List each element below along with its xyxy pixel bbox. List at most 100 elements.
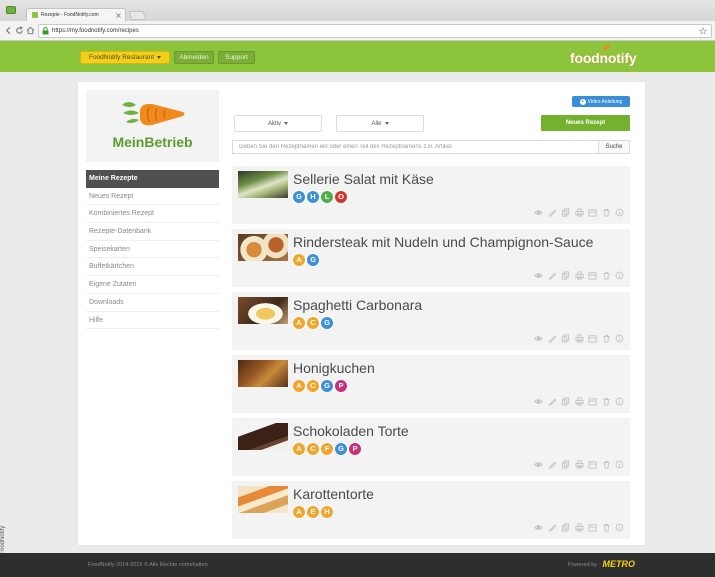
pencil-icon[interactable] (548, 460, 557, 469)
sidebar-item-neues-rezept[interactable]: Neues Rezept (86, 188, 219, 206)
search-input[interactable] (232, 140, 598, 154)
allergen-badge-g: G (321, 317, 333, 329)
trash-icon[interactable] (602, 208, 611, 217)
recipe-thumbnail[interactable] (238, 360, 288, 387)
archive-icon[interactable] (588, 397, 597, 406)
video-tutorial-button[interactable]: Video Anleitung (572, 96, 630, 107)
trash-icon[interactable] (602, 523, 611, 532)
copy-icon[interactable] (561, 460, 570, 469)
allergen-badge-g: G (321, 380, 333, 392)
pencil-icon[interactable] (548, 397, 557, 406)
account-menu-button[interactable]: FoodNotify Restaurant (80, 51, 170, 64)
sidebar-item-downloads[interactable]: Downloads (86, 294, 219, 312)
caret-down-icon (284, 122, 288, 125)
pencil-icon[interactable] (548, 334, 557, 343)
recipe-title[interactable]: Honigkuchen (293, 360, 375, 376)
info-icon[interactable] (615, 460, 624, 469)
eye-icon[interactable] (534, 397, 543, 406)
trash-icon[interactable] (602, 271, 611, 280)
copy-icon[interactable] (561, 523, 570, 532)
allergen-badge-a: A (293, 443, 305, 455)
sidebar-item-meine-rezepte[interactable]: Meine Rezepte (86, 170, 219, 188)
recipe-thumbnail[interactable] (238, 297, 288, 324)
trash-icon[interactable] (602, 460, 611, 469)
recipe-thumbnail[interactable] (238, 171, 288, 198)
recipe-row[interactable]: Sellerie Salat mit Käse G H L O (232, 166, 630, 224)
browser-app-icon[interactable] (6, 6, 16, 14)
archive-icon[interactable] (588, 334, 597, 343)
bookmark-star-icon[interactable] (699, 27, 707, 35)
reload-icon[interactable] (15, 26, 24, 35)
recipe-title[interactable]: Rindersteak mit Nudeln und Champignon-Sa… (293, 234, 593, 250)
sidebar-item-speisekarten[interactable]: Speisekarten (86, 241, 219, 259)
archive-icon[interactable] (588, 271, 597, 280)
print-icon[interactable] (574, 397, 584, 406)
allergen-badge-g: G (307, 254, 319, 266)
copy-icon[interactable] (561, 208, 570, 217)
browser-tab[interactable]: Rezepte - FoodNotify.com (26, 8, 126, 21)
info-icon[interactable] (615, 208, 624, 217)
recipe-thumbnail[interactable] (238, 423, 288, 450)
print-icon[interactable] (574, 271, 584, 280)
allergen-badges: ACFGP (293, 443, 361, 455)
trash-icon[interactable] (602, 334, 611, 343)
main-card: MeinBetrieb Meine Rezepte Neues Rezept Kom… (78, 82, 645, 545)
pencil-icon[interactable] (548, 208, 557, 217)
info-icon[interactable] (615, 397, 624, 406)
archive-icon[interactable] (588, 523, 597, 532)
print-icon[interactable] (574, 208, 584, 217)
allergen-badge-c: C (307, 443, 319, 455)
recipe-thumbnail[interactable] (238, 486, 288, 513)
category-filter-dropdown[interactable]: Alle (336, 115, 424, 132)
recipe-title[interactable]: Sellerie Salat mit Käse (293, 171, 434, 187)
status-filter-dropdown[interactable]: Aktiv (234, 115, 322, 132)
home-icon[interactable] (26, 26, 35, 35)
url-field[interactable]: https://my.foodnotify.com/recipes (38, 24, 712, 38)
sidebar-item-hilfe[interactable]: Hilfe (86, 312, 219, 330)
recipe-title[interactable]: Schokoladen Torte (293, 423, 409, 439)
sidebar-item-rezepte-datenbank[interactable]: Rezepte-Datenbank (86, 223, 219, 241)
pencil-icon[interactable] (548, 271, 557, 280)
browser-tab-title: Rezepte - FoodNotify.com (41, 12, 99, 18)
recipe-row[interactable]: Rindersteak mit Nudeln und Champignon-Sa… (232, 229, 630, 287)
archive-icon[interactable] (588, 460, 597, 469)
back-icon[interactable] (4, 26, 13, 35)
info-icon[interactable] (615, 523, 624, 532)
print-icon[interactable] (574, 460, 584, 469)
archive-icon[interactable] (588, 208, 597, 217)
support-button[interactable]: Support (218, 51, 255, 64)
info-icon[interactable] (615, 334, 624, 343)
pencil-icon[interactable] (548, 523, 557, 532)
new-tab-button[interactable] (128, 11, 147, 20)
print-icon[interactable] (574, 523, 584, 532)
eye-icon[interactable] (534, 271, 543, 280)
sidebar-item-kombiniertes-rezept[interactable]: Kombiniertes Rezept (86, 205, 219, 224)
print-icon[interactable] (574, 334, 584, 343)
trash-icon[interactable] (602, 397, 611, 406)
recipe-row[interactable]: Karottentorte A E H (232, 481, 630, 539)
recipe-list: Sellerie Salat mit Käse G H L O Rindersteak m… (232, 166, 630, 539)
eye-icon[interactable] (534, 460, 543, 469)
tab-close-icon[interactable] (116, 13, 121, 18)
recipe-title[interactable]: Karottentorte (293, 486, 374, 502)
eye-icon[interactable] (534, 334, 543, 343)
copy-icon[interactable] (561, 271, 570, 280)
recipe-row[interactable]: Honigkuchen A C G P (232, 355, 630, 413)
url-text: https://my.foodnotify.com/recipes (52, 28, 139, 34)
sidebar-item-eigene-zutaten[interactable]: Eigene Zutaten (86, 276, 219, 294)
metro-logo[interactable]: METRO (603, 559, 636, 569)
recipe-row[interactable]: Spaghetti Carbonara A C G (232, 292, 630, 350)
logout-button[interactable]: Abmelden (174, 51, 214, 64)
recipe-row[interactable]: Schokoladen Torte A C F G P (232, 418, 630, 476)
new-recipe-button[interactable]: Neues Rezept (541, 115, 630, 131)
info-icon[interactable] (615, 271, 624, 280)
search-button[interactable]: Suche (598, 140, 630, 154)
eye-icon[interactable] (534, 523, 543, 532)
recipe-thumbnail[interactable] (238, 234, 288, 261)
carrot-logo-icon (122, 102, 185, 126)
copy-icon[interactable] (561, 397, 570, 406)
copy-icon[interactable] (561, 334, 570, 343)
eye-icon[interactable] (534, 208, 543, 217)
recipe-title[interactable]: Spaghetti Carbonara (293, 297, 422, 313)
sidebar-item-buffetkaertchen[interactable]: Buffetkärtchen (86, 258, 219, 277)
